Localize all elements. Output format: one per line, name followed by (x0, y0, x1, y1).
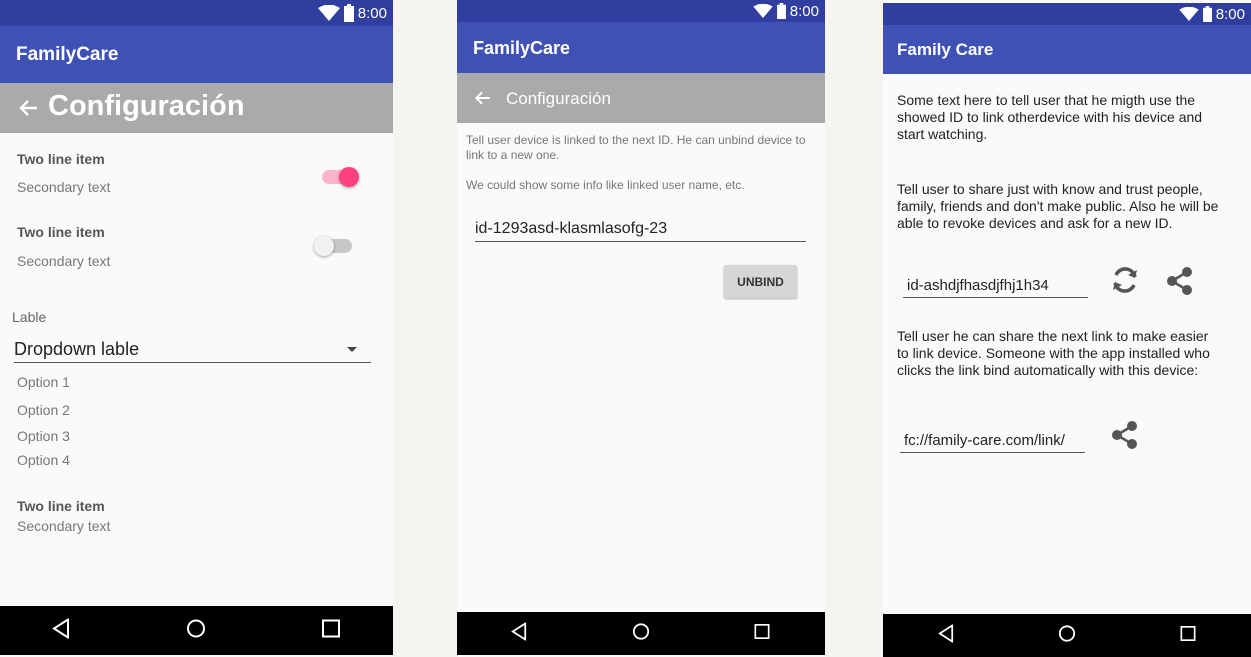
item-1-secondary: Secondary text (17, 179, 111, 195)
link-info-text: Tell user device is linked to the next I… (466, 133, 806, 162)
item-3-secondary: Secondary text (17, 518, 111, 534)
nav-recents-icon[interactable] (322, 619, 340, 642)
nav-home-icon[interactable] (186, 618, 206, 643)
nav-home-icon[interactable] (632, 622, 650, 645)
app-bar: Family Care (883, 25, 1251, 74)
app-bar: FamilyCare (457, 22, 825, 73)
battery-icon (1202, 6, 1212, 22)
status-bar: 8:00 (457, 0, 825, 22)
screen-share-device: 8:00 Family Care Some text here to tell … (883, 0, 1251, 657)
navigation-bar (883, 614, 1251, 657)
nav-back-icon[interactable] (52, 617, 70, 643)
dropdown-option-2[interactable]: Option 2 (17, 402, 70, 418)
item-1-title: Two line item (17, 151, 105, 167)
navigation-bar (0, 606, 393, 655)
battery-icon (343, 4, 354, 22)
nav-recents-icon[interactable] (1180, 625, 1196, 646)
device-id-field[interactable]: id-1293asd-klasmlasofg-23 (475, 218, 806, 242)
share-icon[interactable] (1166, 266, 1194, 301)
extra-info-text: We could show some info like linked user… (466, 178, 745, 192)
device-id-value: id-1293asd-klasmlasofg-23 (475, 220, 668, 237)
app-bar: FamilyCare (0, 26, 393, 83)
dropdown-option-4[interactable]: Option 4 (17, 452, 70, 468)
status-time: 8:00 (1215, 5, 1245, 23)
dropdown-option-3[interactable]: Option 3 (17, 428, 70, 444)
chevron-down-icon (347, 347, 357, 352)
dropdown-label: Lable (12, 309, 47, 325)
nav-recents-icon[interactable] (754, 623, 770, 644)
nav-back-icon[interactable] (511, 621, 527, 645)
screen-unbind-device: 8:00 FamilyCare Configuración Tell user … (457, 0, 825, 657)
share-warning-text: Tell user to share just with know and tr… (897, 181, 1219, 231)
nav-home-icon[interactable] (1058, 624, 1076, 647)
unbind-button[interactable]: UNBIND (724, 265, 797, 298)
dropdown-option-1[interactable]: Option 1 (17, 374, 70, 390)
app-title: FamilyCare (473, 38, 571, 58)
back-arrow-icon[interactable] (17, 96, 41, 120)
status-bar: 8:00 (883, 3, 1251, 25)
sub-toolbar: Configuración (0, 83, 393, 133)
item-2-secondary: Secondary text (17, 253, 111, 269)
device-id-field[interactable]: id-ashdjfhasdjfhj1h34 (903, 274, 1088, 298)
link-field[interactable]: fc://family-care.com/link/ (900, 429, 1085, 453)
device-id-value: id-ashdjfhasdjfhj1h34 (907, 277, 1049, 294)
wifi-icon (753, 4, 773, 18)
intro-text: Some text here to tell user that he migt… (897, 92, 1203, 142)
nav-back-icon[interactable] (938, 623, 954, 647)
link-value: fc://family-care.com/link/ (904, 432, 1065, 449)
refresh-icon[interactable] (1110, 265, 1140, 300)
share-link-text: Tell user he can share the next link to … (897, 328, 1210, 378)
navigation-bar (457, 612, 825, 655)
dropdown-select[interactable]: Dropdown lable (14, 337, 371, 363)
screen-configuracion-settings: 8:00 FamilyCare Configuración Two line i… (0, 0, 393, 657)
item-3-title: Two line item (17, 498, 105, 514)
item-2-title: Two line item (17, 224, 105, 240)
status-bar: 8:00 (0, 0, 393, 26)
wifi-icon (1179, 7, 1199, 21)
app-title: FamilyCare (16, 44, 119, 65)
back-arrow-icon[interactable] (473, 88, 493, 108)
status-time: 8:00 (789, 2, 819, 20)
status-time: 8:00 (357, 4, 387, 22)
sub-title: Configuración (506, 89, 611, 108)
toggle-switch-off[interactable] (314, 235, 354, 257)
sub-toolbar: Configuración (457, 73, 825, 123)
wifi-icon (317, 5, 340, 21)
dropdown-value: Dropdown lable (14, 339, 140, 359)
battery-icon (776, 3, 786, 19)
toggle-switch-on[interactable] (322, 166, 362, 188)
sub-title: Configuración (48, 90, 245, 122)
share-icon[interactable] (1111, 420, 1139, 455)
app-title: Family Care (897, 40, 994, 59)
